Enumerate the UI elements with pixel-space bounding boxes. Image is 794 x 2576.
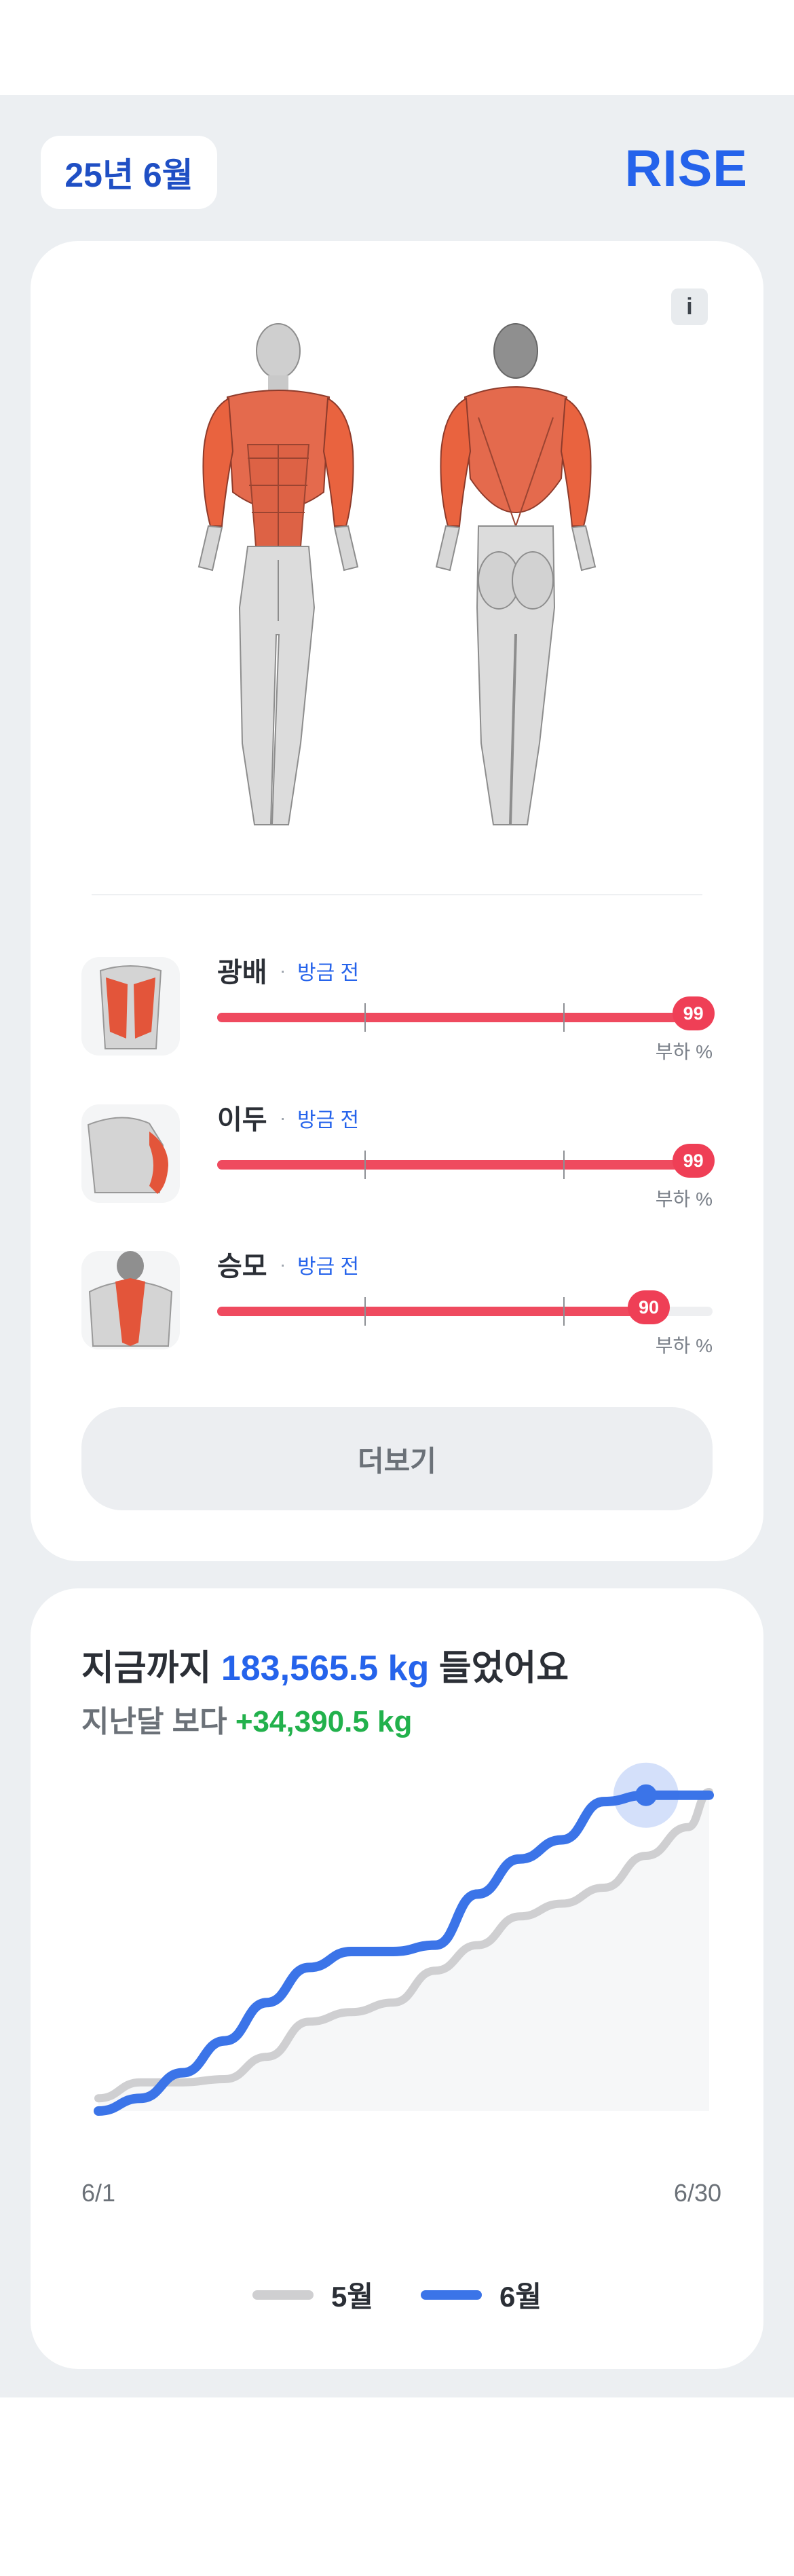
load-fill <box>217 1013 708 1022</box>
load-unit-label: 부하 % <box>655 1041 713 1062</box>
separator-dot: · <box>280 960 286 981</box>
muscle-name: 승모 <box>217 1252 267 1282</box>
load-fill <box>217 1160 708 1170</box>
load-value-badge: 99 <box>672 1144 715 1178</box>
traps-thumbnail <box>81 1251 180 1349</box>
muscle-last-trained: 방금 전 <box>297 1109 360 1132</box>
legend-label: 6월 <box>499 2281 542 2313</box>
comparison-prefix: 지난달 보다 <box>81 1705 235 1738</box>
comparison-value: +34,390.5 kg <box>235 1705 413 1738</box>
muscle-name: 광배 <box>217 958 267 988</box>
muscle-last-trained: 방금 전 <box>297 962 360 984</box>
total-prefix: 지금까지 <box>81 1649 221 1688</box>
total-suffix: 들었어요 <box>429 1649 569 1688</box>
load-tick <box>364 1297 366 1326</box>
load-tick <box>364 1151 366 1179</box>
more-button[interactable]: 더보기 <box>81 1407 713 1510</box>
total-weight-card: 지금까지 183,565.5 kg 들었어요 지난달 보다 +34,390.5 … <box>31 1588 763 2369</box>
month-comparison: 지난달 보다 +34,390.5 kg <box>81 1697 412 1740</box>
load-unit-label: 부하 % <box>655 1189 713 1210</box>
chart-legend: 5월 6월 <box>31 2274 763 2315</box>
info-icon[interactable]: i <box>671 288 708 325</box>
muscle-last-trained: 방금 전 <box>297 1256 360 1278</box>
total-weight-title: 지금까지 183,565.5 kg 들었어요 <box>81 1639 569 1690</box>
muscle-load-card: i 광배 · 방금 전 99 부하 % 이두 · 방금 전 99 부하 % 승모… <box>31 241 763 1561</box>
legend-label: 5월 <box>331 2281 373 2313</box>
legend-item-may: 5월 <box>252 2274 373 2315</box>
load-tick <box>563 1003 565 1032</box>
load-bar: 99 <box>217 996 715 1032</box>
muscle-row-lats[interactable]: 광배 · 방금 전 99 부하 % <box>81 950 715 1062</box>
load-tick <box>563 1151 565 1179</box>
load-tick <box>364 1003 366 1032</box>
load-value-badge: 90 <box>628 1290 670 1324</box>
section-divider <box>92 894 702 895</box>
load-bar: 99 <box>217 1144 715 1179</box>
lats-thumbnail <box>81 957 180 1056</box>
legend-item-june: 6월 <box>421 2274 542 2315</box>
muscle-row-traps[interactable]: 승모 · 방금 전 90 부하 % <box>81 1244 713 1356</box>
body-map <box>197 323 597 825</box>
total-amount: 183,565.5 kg <box>221 1649 430 1688</box>
x-axis-end-label: 6/30 <box>673 2179 721 2207</box>
load-tick <box>563 1297 565 1326</box>
brand-logo: RISE <box>624 140 748 198</box>
legend-swatch <box>252 2290 314 2300</box>
cumulative-weight-chart <box>94 1762 714 2116</box>
month-selector[interactable]: 25년 6월 <box>41 136 217 209</box>
legend-swatch <box>421 2290 482 2300</box>
back-body-figure <box>435 323 597 825</box>
separator-dot: · <box>280 1254 286 1275</box>
x-axis-start-label: 6/1 <box>81 2179 116 2207</box>
muscle-name: 이두 <box>217 1105 267 1135</box>
load-value-badge: 99 <box>672 996 715 1030</box>
current-point <box>635 1784 657 1806</box>
separator-dot: · <box>280 1107 286 1128</box>
muscle-row-biceps[interactable]: 이두 · 방금 전 99 부하 % <box>81 1098 715 1210</box>
front-body-figure <box>197 323 359 825</box>
load-bar: 90 <box>217 1290 713 1326</box>
load-unit-label: 부하 % <box>655 1335 713 1356</box>
biceps-thumbnail <box>81 1104 180 1203</box>
load-fill <box>217 1307 663 1316</box>
